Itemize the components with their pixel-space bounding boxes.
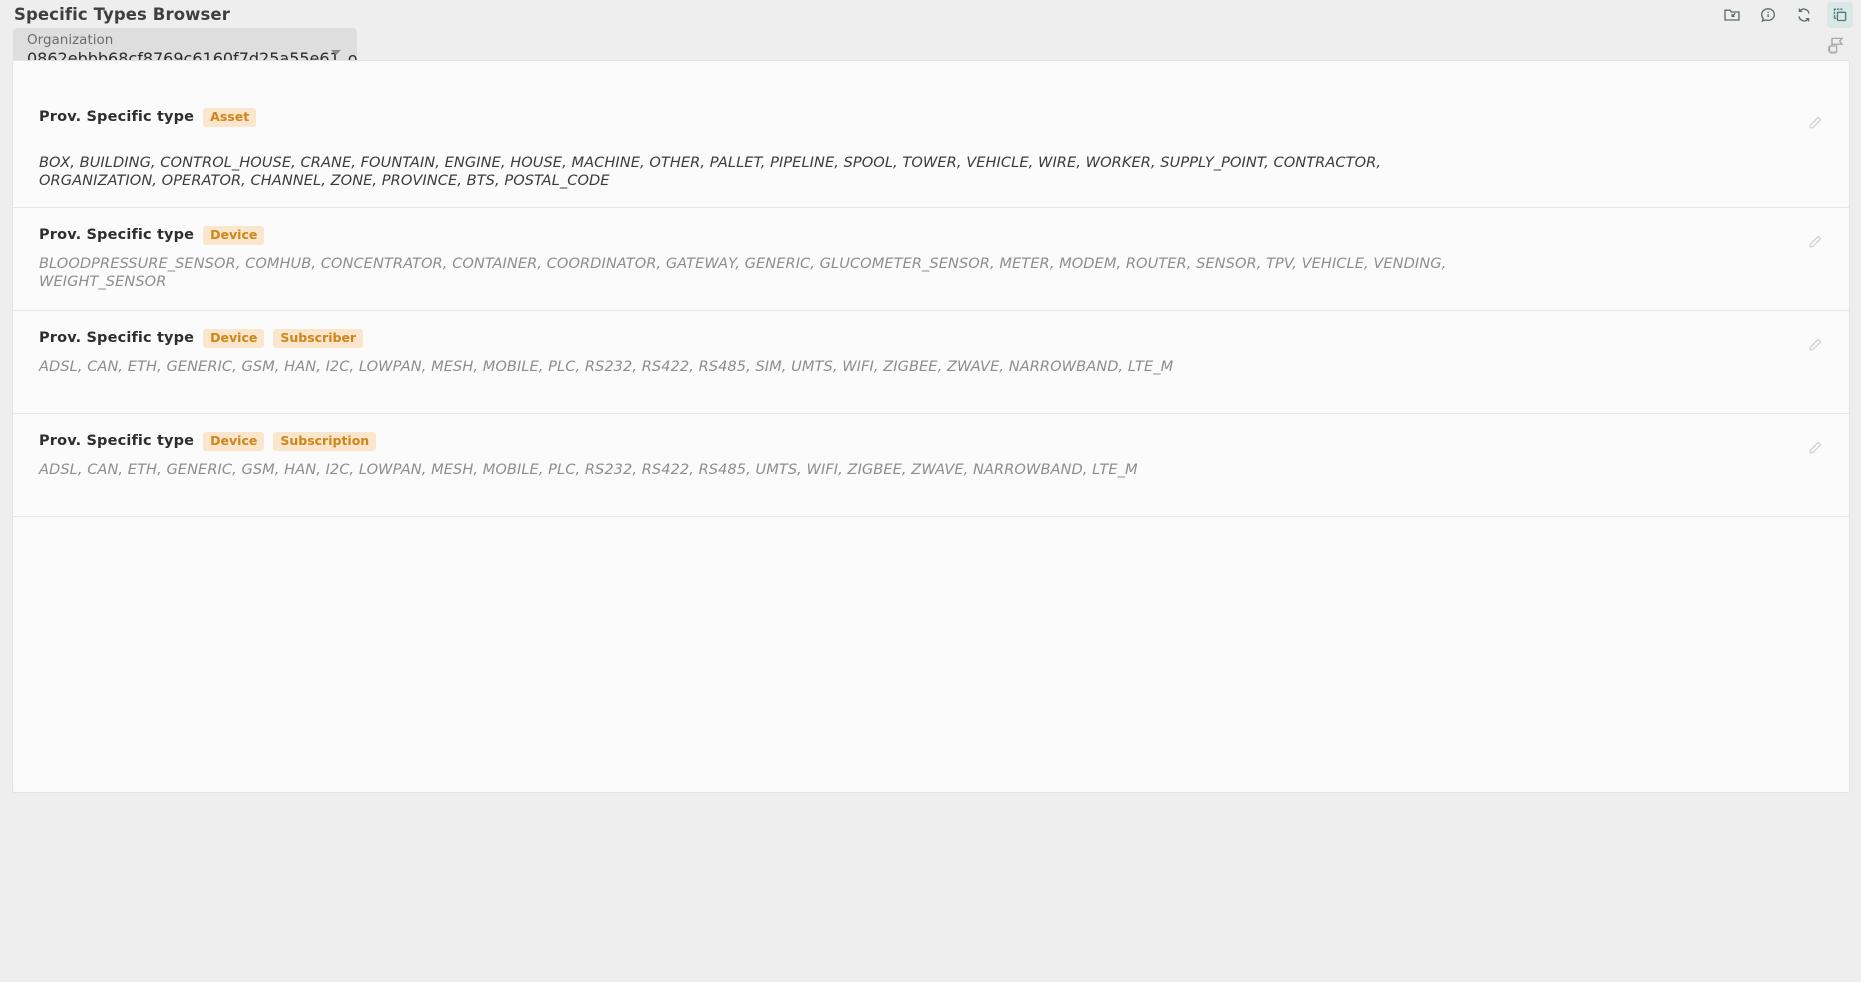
edit-icon[interactable] xyxy=(1807,234,1823,250)
specific-type-row: Prov. Specific type Device Subscriber AD… xyxy=(13,311,1849,414)
page-title: Specific Types Browser xyxy=(14,5,230,24)
status-badge-secondary: Subscription xyxy=(273,432,377,451)
chip-flag-icon[interactable] xyxy=(1821,30,1851,60)
edit-icon[interactable] xyxy=(1807,440,1823,456)
specific-type-label: Prov. Specific type xyxy=(39,227,195,244)
status-badge-secondary: Subscriber xyxy=(273,329,364,348)
info-icon[interactable] xyxy=(1755,2,1781,28)
specific-types-card: Prov. Specific type Asset BOX, BUILDING,… xyxy=(12,60,1850,793)
specific-type-row-header: Prov. Specific type Device xyxy=(13,208,1849,245)
export-folder-icon[interactable] xyxy=(1719,2,1745,28)
edit-icon[interactable] xyxy=(1807,115,1823,131)
status-badge: Asset xyxy=(203,108,257,127)
status-badge: Device xyxy=(203,329,265,348)
refresh-icon[interactable] xyxy=(1791,2,1817,28)
specific-type-row: Prov. Specific type Asset BOX, BUILDING,… xyxy=(13,61,1849,208)
specific-type-row: Prov. Specific type Device BLOODPRESSURE… xyxy=(13,208,1849,311)
status-badge: Device xyxy=(203,432,265,451)
toolbar-icons xyxy=(1719,2,1853,28)
specific-type-values: BLOODPRESSURE_SENSOR, COMHUB, CONCENTRAT… xyxy=(39,254,1447,291)
specific-type-values: ADSL, CAN, ETH, GENERIC, GSM, HAN, I2C, … xyxy=(39,357,1174,375)
specific-type-label: Prov. Specific type xyxy=(39,330,195,347)
specific-type-row-header: Prov. Specific type Device Subscription xyxy=(13,414,1849,451)
chevron-down-icon[interactable] xyxy=(331,50,341,55)
specific-type-label: Prov. Specific type xyxy=(39,109,195,126)
specific-type-label: Prov. Specific type xyxy=(39,433,195,450)
duplicate-selection-icon[interactable] xyxy=(1827,2,1853,28)
status-badge: Device xyxy=(203,226,265,245)
specific-type-values: ADSL, CAN, ETH, GENERIC, GSM, HAN, I2C, … xyxy=(39,460,1138,478)
specific-type-values: BOX, BUILDING, CONTROL_HOUSE, CRANE, FOU… xyxy=(39,153,1382,190)
specific-type-row-header: Prov. Specific type Device Subscriber xyxy=(13,311,1849,348)
specific-type-row: Prov. Specific type Device Subscription … xyxy=(13,414,1849,517)
edit-icon[interactable] xyxy=(1807,337,1823,353)
specific-type-row-header: Prov. Specific type Asset xyxy=(13,61,1849,127)
organization-select-label: Organization xyxy=(27,32,114,48)
